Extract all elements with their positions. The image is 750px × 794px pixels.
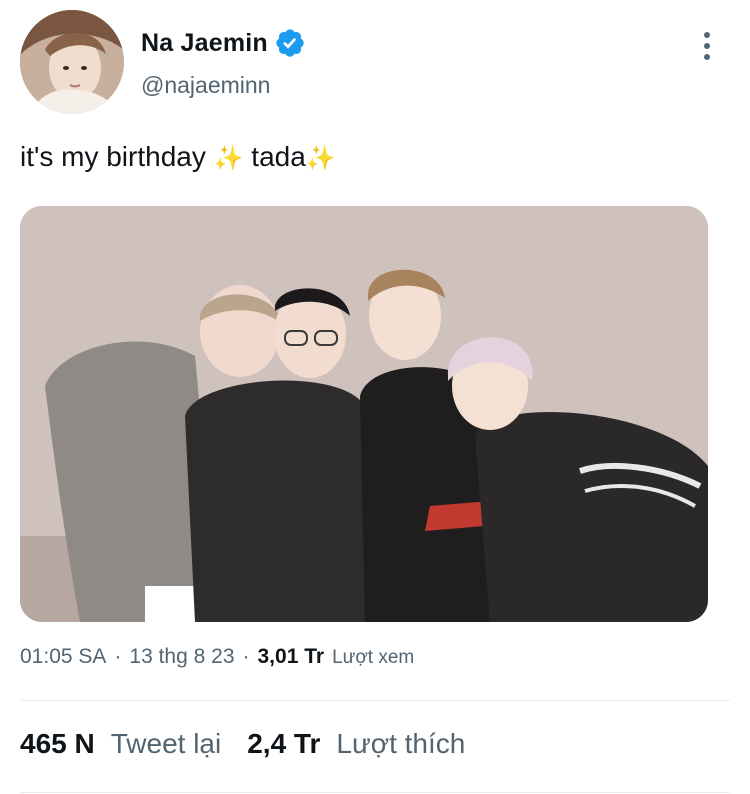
divider-bottom <box>20 792 730 793</box>
avatar-image <box>20 10 124 114</box>
more-options-icon <box>704 32 710 38</box>
tweet-text: it's my birthday ✨ tada✨ <box>20 141 336 173</box>
more-options-icon-dot <box>704 54 710 60</box>
likes-count[interactable]: 2,4 Tr <box>247 728 320 760</box>
verified-badge-icon <box>276 29 304 57</box>
tweet-date[interactable]: 13 thg 8 23 <box>129 645 234 669</box>
avatar[interactable] <box>20 10 124 114</box>
sparkles-emoji: ✨ <box>213 145 244 172</box>
author-name-row: Na Jaemin <box>141 27 306 59</box>
group-photo-image <box>20 206 708 622</box>
tweet-text-part: tada <box>243 141 306 172</box>
tweet-text-part: it's my birthday <box>20 141 214 172</box>
tweet-meta: 01:05 SA · 13 thg 8 23 · 3,01 Tr Lượt xe… <box>20 645 414 669</box>
retweets-count[interactable]: 465 N <box>20 728 95 760</box>
divider-top <box>20 700 730 701</box>
views-count: 3,01 Tr <box>257 645 325 668</box>
tweet-card: Na Jaemin @najaeminn it's my birthday ✨ … <box>0 0 750 794</box>
more-options-button[interactable] <box>692 26 722 66</box>
likes-label[interactable]: Lượt thích <box>336 728 465 760</box>
tweet-time[interactable]: 01:05 SA <box>20 645 106 669</box>
retweets-label[interactable]: Tweet lại <box>111 728 222 760</box>
author-display-name[interactable]: Na Jaemin <box>141 29 268 58</box>
views-label: Lượt xem <box>332 647 415 668</box>
more-options-icon-dot <box>704 43 710 49</box>
tweet-photo[interactable] <box>20 206 708 622</box>
author-handle[interactable]: @najaeminn <box>141 72 270 99</box>
tweet-stats: 465 N Tweet lại 2,4 Tr Lượt thích <box>20 728 491 760</box>
meta-separator: · <box>114 645 122 668</box>
meta-separator: · <box>242 645 250 668</box>
sparkles-emoji: ✨ <box>305 145 336 172</box>
